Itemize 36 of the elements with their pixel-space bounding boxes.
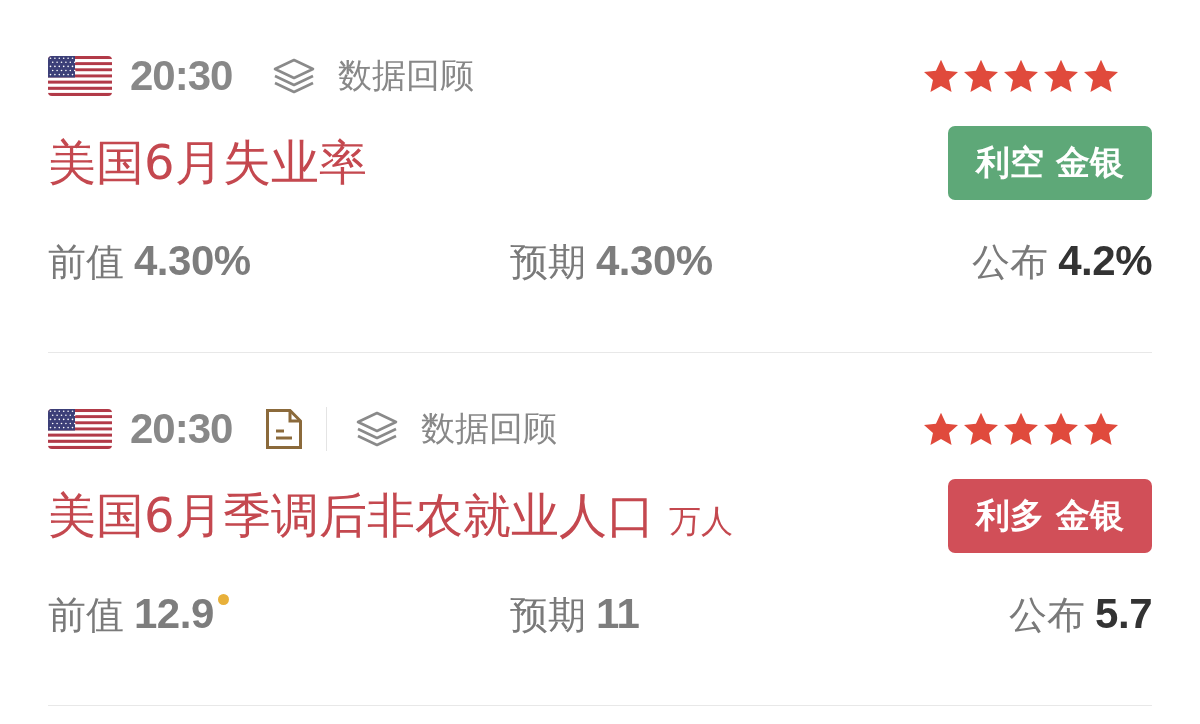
star-icon bbox=[1084, 59, 1118, 93]
value-number: 11 bbox=[596, 590, 640, 638]
value-number: 12.9 bbox=[134, 590, 214, 638]
star-icon bbox=[1004, 59, 1038, 93]
value-label: 预期 bbox=[510, 592, 586, 639]
event-title: 美国6月失业率 bbox=[48, 133, 367, 192]
layers-icon bbox=[272, 58, 317, 94]
star-icon bbox=[1084, 412, 1118, 446]
value-number: 4.30% bbox=[134, 237, 251, 285]
value-label: 前值 bbox=[48, 592, 124, 639]
event-time: 20:30 bbox=[130, 405, 233, 453]
value-number: 4.30% bbox=[596, 237, 713, 285]
star-icon bbox=[1044, 412, 1078, 446]
value-number: 5.7 bbox=[1095, 590, 1152, 638]
impact-tag: 利空 金银 bbox=[948, 126, 1152, 200]
data-review-button[interactable]: 数据回顾 bbox=[272, 53, 475, 99]
event-time: 20:30 bbox=[130, 52, 233, 100]
value-label: 前值 bbox=[48, 239, 124, 286]
unit-label: 万人 bbox=[668, 501, 733, 542]
star-icon bbox=[924, 412, 958, 446]
star-icon bbox=[1004, 412, 1038, 446]
value-label: 公布 bbox=[1009, 592, 1086, 639]
data-review-button[interactable]: 数据回顾 bbox=[355, 406, 558, 452]
value-number: 4.2% bbox=[1058, 237, 1152, 285]
flag-icon bbox=[48, 409, 112, 449]
star-icon bbox=[924, 59, 958, 93]
star-icon bbox=[964, 59, 998, 93]
layers-icon bbox=[355, 411, 400, 447]
value-label: 预期 bbox=[510, 239, 586, 286]
value-label: 公布 bbox=[972, 239, 1049, 286]
star-icon bbox=[964, 412, 998, 446]
star-icon bbox=[1044, 59, 1078, 93]
document-icon[interactable] bbox=[266, 409, 303, 449]
event-title: 美国6月季调后非农就业人口 bbox=[48, 486, 655, 545]
impact-tag: 利多 金银 bbox=[948, 479, 1152, 553]
flag-icon bbox=[48, 56, 112, 96]
